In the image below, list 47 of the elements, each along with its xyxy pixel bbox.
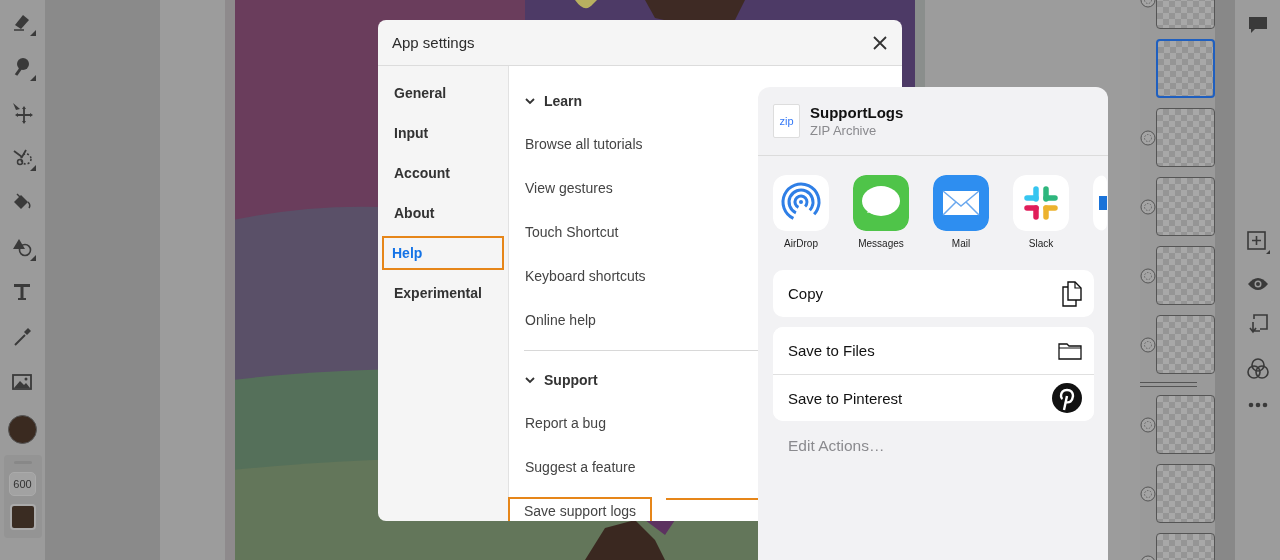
- pin-logo-icon: [1052, 383, 1082, 413]
- eye-icon[interactable]: [1246, 276, 1269, 292]
- menu-link[interactable]: Report a bug: [524, 401, 607, 445]
- close-icon[interactable]: [872, 34, 888, 51]
- layer-thumbnail[interactable]: [1156, 246, 1215, 305]
- layer-thumbnail[interactable]: [1156, 39, 1215, 98]
- chevron-icon: [524, 376, 536, 384]
- nav-item[interactable]: Input: [378, 118, 508, 148]
- layer-thumbnail[interactable]: [1156, 177, 1215, 236]
- menu-link[interactable]: Online help: [524, 298, 597, 342]
- mask-icon[interactable]: [1140, 267, 1156, 284]
- blend-circles-icon[interactable]: [1246, 358, 1269, 380]
- chevron-icon: [524, 97, 536, 105]
- nav-item[interactable]: Account: [378, 158, 508, 188]
- nav-item[interactable]: Help: [384, 238, 502, 268]
- menu-link[interactable]: Keyboard shortcuts: [524, 254, 647, 298]
- brush-size[interactable]: 600: [9, 472, 36, 496]
- nav-item[interactable]: About: [378, 198, 508, 228]
- nav-item[interactable]: General: [378, 78, 508, 108]
- app-icon[interactable]: [1093, 175, 1107, 231]
- color-swatch[interactable]: [8, 415, 37, 444]
- mask-icon[interactable]: [1140, 336, 1156, 353]
- file-type: ZIP Archive: [810, 123, 878, 138]
- more-icon[interactable]: [1247, 402, 1268, 408]
- color-swatch[interactable]: [9, 504, 36, 530]
- folder-icon: [1058, 341, 1082, 360]
- comment-icon[interactable]: [1246, 14, 1269, 36]
- mask-icon[interactable]: [1140, 198, 1156, 215]
- menu-link[interactable]: View gestures: [524, 166, 614, 210]
- menu-link[interactable]: Touch Shortcut: [524, 210, 620, 254]
- layer-thumbnail[interactable]: [1156, 464, 1215, 523]
- mask-icon[interactable]: [1140, 416, 1156, 433]
- layer-thumbnail[interactable]: [1156, 395, 1215, 454]
- dialog-title: App settings: [392, 34, 475, 51]
- menu-link[interactable]: Suggest a feature: [524, 445, 637, 489]
- mask-icon[interactable]: [1140, 485, 1156, 502]
- layer-thumbnail[interactable]: [1156, 108, 1215, 167]
- file-icon: zip: [773, 104, 800, 138]
- merge-down-icon[interactable]: [1247, 314, 1268, 336]
- copy-icon: [1062, 280, 1082, 307]
- menu-link[interactable]: Save support logs: [510, 499, 651, 521]
- mask-icon[interactable]: [1140, 129, 1156, 146]
- add-layer-icon[interactable]: [1245, 230, 1270, 254]
- file-name: SupportLogs: [810, 104, 904, 121]
- menu-link[interactable]: Browse all tutorials: [524, 122, 644, 166]
- nav-item[interactable]: Experimental: [378, 278, 508, 308]
- layer-thumbnail[interactable]: [1156, 315, 1215, 374]
